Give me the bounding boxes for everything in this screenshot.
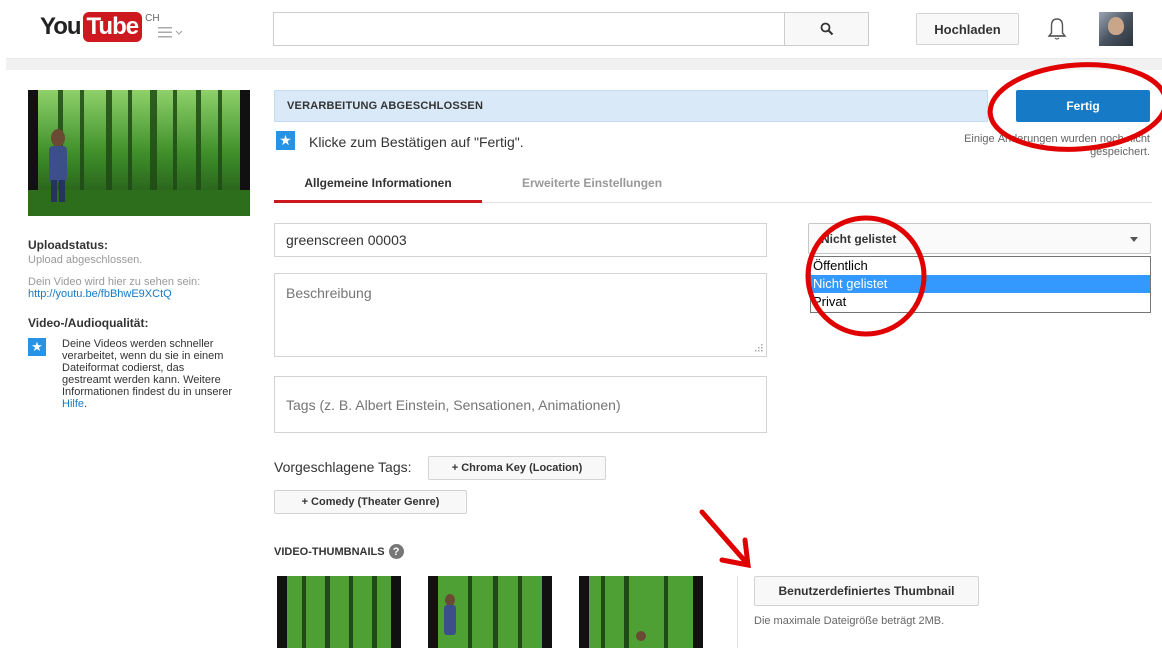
search-input[interactable] — [274, 13, 784, 45]
quality-info: ★ Deine Videos werden schneller verarbei… — [28, 338, 243, 410]
resize-grip-icon[interactable] — [752, 341, 764, 353]
suggested-tags-label: Vorgeschlagene Tags: — [274, 459, 412, 475]
confirm-hint: Klicke zum Bestätigen auf "Fertig". — [309, 134, 524, 150]
masthead: You Tube CH Hochladen — [0, 0, 1162, 58]
quality-text: Deine Videos werden schneller verarbeite… — [62, 338, 232, 410]
chevron-down-icon — [1130, 237, 1138, 242]
quality-end: . — [84, 398, 88, 410]
tab-bar: Allgemeine Informationen Erweiterte Eins… — [274, 170, 1152, 203]
thumbnail-option[interactable] — [277, 576, 401, 648]
tab-advanced-settings[interactable]: Erweiterte Einstellungen — [522, 170, 702, 203]
bell-icon[interactable] — [1047, 16, 1067, 42]
thumbnail-divider — [737, 576, 738, 648]
privacy-option-private[interactable]: Privat — [811, 293, 1150, 311]
privacy-select[interactable]: Nicht gelistet — [808, 223, 1151, 254]
video-link[interactable]: http://youtu.be/fbBhwE9XCtQ — [28, 288, 243, 300]
description-input[interactable] — [274, 273, 767, 357]
quality-body: Deine Videos werden schneller verarbeite… — [62, 338, 232, 398]
title-input[interactable] — [274, 223, 767, 257]
star-icon: ★ — [28, 338, 46, 356]
video-link-intro: Dein Video wird hier zu sehen sein: — [28, 276, 201, 288]
tags-input[interactable] — [274, 376, 767, 433]
tab-general-info[interactable]: Allgemeine Informationen — [274, 170, 482, 203]
unsaved-line-1: Einige Änderungen wurden noch nicht — [964, 133, 1150, 145]
quality-heading: Video-/Audioqualität: — [28, 316, 149, 330]
masthead-divider — [6, 58, 1162, 70]
upload-sidebar: Uploadstatus: Upload abgeschlossen. Dein… — [28, 238, 243, 410]
thumbnails-heading-text: VIDEO-THUMBNAILS — [274, 545, 385, 558]
processing-status-bar: VERARBEITUNG ABGESCHLOSSEN — [274, 90, 988, 122]
done-button[interactable]: Fertig — [1016, 90, 1150, 122]
search-box — [273, 12, 869, 46]
upload-status-heading: Uploadstatus: — [28, 238, 109, 252]
max-file-size-note: Die maximale Dateigröße beträgt 2MB. — [754, 615, 945, 627]
privacy-option-unlisted[interactable]: Nicht gelistet — [811, 275, 1150, 293]
star-icon: ★ — [276, 131, 295, 150]
avatar[interactable] — [1099, 12, 1133, 46]
youtube-logo[interactable]: You Tube CH — [40, 12, 160, 42]
upload-status-value: Upload abgeschlossen. — [28, 254, 143, 266]
privacy-selected-value: Nicht gelistet — [821, 232, 897, 246]
privacy-options-list: Öffentlich Nicht gelistet Privat — [810, 256, 1151, 313]
unsaved-notice: Einige Änderungen wurden noch nicht gesp… — [900, 133, 1150, 159]
search-button[interactable] — [784, 13, 868, 45]
thumbnail-option[interactable] — [579, 576, 703, 648]
suggested-tag-chip[interactable]: + Comedy (Theater Genre) — [274, 490, 467, 514]
privacy-option-public[interactable]: Öffentlich — [811, 257, 1150, 275]
annotation-arrow — [699, 509, 751, 569]
logo-you: You — [40, 13, 82, 40]
upload-button[interactable]: Hochladen — [916, 13, 1019, 45]
logo-tube: Tube — [82, 12, 143, 42]
unsaved-line-2: gespeichert. — [1090, 146, 1150, 158]
custom-thumbnail-button[interactable]: Benutzerdefiniertes Thumbnail — [754, 576, 979, 606]
video-preview — [28, 90, 250, 216]
help-icon[interactable]: ? — [388, 544, 404, 559]
help-link[interactable]: Hilfe — [62, 398, 84, 410]
thumbnail-option[interactable] — [428, 576, 552, 648]
guide-menu-icon[interactable] — [156, 22, 184, 42]
processing-status: VERARBEITUNG ABGESCHLOSSEN — [287, 100, 484, 112]
thumbnails-heading: VIDEO-THUMBNAILS ? — [274, 544, 404, 559]
suggested-tag-chip[interactable]: + Chroma Key (Location) — [428, 456, 606, 480]
search-icon — [820, 22, 833, 36]
